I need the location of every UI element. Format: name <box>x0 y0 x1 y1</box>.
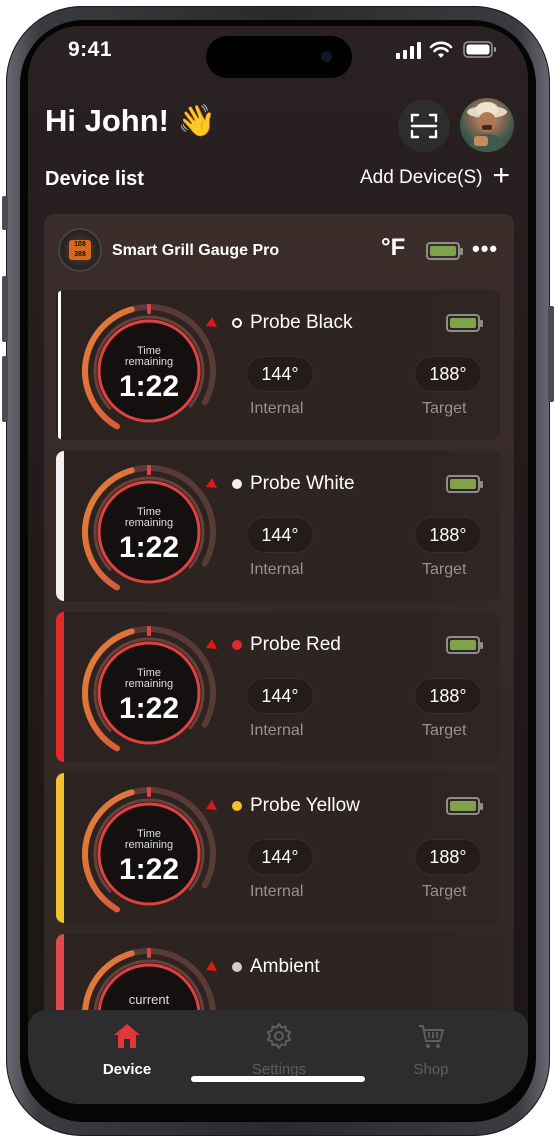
target-temp-pill[interactable]: 188° <box>414 517 482 553</box>
probe-card[interactable]: Time remaining 1:22 Probe Red 144° 188° Intern… <box>56 612 500 762</box>
target-temp-pill[interactable]: 188° <box>414 356 482 392</box>
device-card: 108 388 Smart Grill Gauge Pro °F ••• Tim… <box>44 214 514 1104</box>
scan-frame-icon <box>410 113 438 139</box>
plus-icon: + <box>492 159 510 192</box>
internal-temp-pill: 144° <box>246 839 314 875</box>
tab-device[interactable]: Device <box>72 1022 182 1078</box>
probe-color-dot <box>232 962 242 972</box>
time-remaining-value: 1:22 <box>118 692 180 725</box>
target-label: Target <box>422 883 467 900</box>
status-time: 9:41 <box>68 38 113 61</box>
time-remaining-value: 1:22 <box>118 531 180 564</box>
target-label: Target <box>422 722 467 739</box>
gauge-caption: current <box>128 992 170 1007</box>
home-indicator <box>191 1076 365 1082</box>
probe-name-label: Probe Red <box>250 634 341 655</box>
device-header[interactable]: 108 388 Smart Grill Gauge Pro °F ••• <box>44 214 514 284</box>
probe-name: Probe White <box>232 473 355 495</box>
probe-battery-icon <box>446 797 483 815</box>
dynamic-island <box>206 36 352 78</box>
probe-color-dot <box>232 318 242 328</box>
tab-device-label: Device <box>102 1061 152 1078</box>
tab-settings[interactable]: Settings <box>224 1022 334 1078</box>
add-device-button[interactable]: Add Device(S) + <box>359 159 510 192</box>
device-list-title: Device list <box>45 168 144 190</box>
probe-name: Probe Black <box>232 312 352 334</box>
home-icon <box>114 1024 140 1048</box>
status-battery-icon <box>463 41 496 58</box>
target-label: Target <box>422 400 467 417</box>
probe-name-label: Probe Yellow <box>250 795 360 816</box>
probe-color-bar <box>56 773 64 923</box>
internal-temp-pill: 144° <box>246 678 314 714</box>
target-temp-pill[interactable]: 188° <box>414 839 482 875</box>
gear-icon <box>267 1023 291 1049</box>
device-name: Smart Grill Gauge Pro <box>112 242 280 259</box>
probe-color-bar <box>56 612 64 762</box>
internal-label: Internal <box>250 722 304 739</box>
wifi-icon <box>429 41 453 58</box>
user-avatar[interactable] <box>460 98 514 152</box>
tab-shop[interactable]: Shop <box>376 1022 486 1078</box>
probe-color-dot <box>232 801 242 811</box>
power-button <box>548 306 554 402</box>
camera-icon <box>321 51 332 62</box>
probe-card[interactable]: Time remaining 1:22 Probe Black 144° 188° Inte… <box>56 290 500 440</box>
probe-gauge: Time remaining 1:22 <box>74 618 224 762</box>
probe-color-bar <box>56 451 64 601</box>
more-dots-icon[interactable]: ••• <box>472 236 498 262</box>
status-bar: 9:41 <box>28 26 528 78</box>
tab-shop-label: Shop <box>413 1061 449 1078</box>
scan-button[interactable] <box>398 100 450 152</box>
probe-name-label: Ambient <box>250 956 320 977</box>
gauge-caption-2: remaining <box>124 356 174 368</box>
cellular-signal-icon <box>396 42 421 59</box>
probe-name-label: Probe White <box>250 473 355 494</box>
target-label: Target <box>422 561 467 578</box>
probe-card[interactable]: Time remaining 1:22 Probe Yellow 144° 188° Int… <box>56 773 500 923</box>
gauge-caption-2: remaining <box>124 678 174 690</box>
greeting-title: Hi John! 👋 <box>45 103 217 138</box>
probe-name-label: Probe Black <box>250 312 353 333</box>
probe-gauge: Time remaining 1:22 <box>74 457 224 601</box>
device-thumbnail-screen: 108 388 <box>69 240 91 260</box>
probe-name: Ambient <box>232 956 320 978</box>
probe-color-dot <box>232 640 242 650</box>
gauge-caption-2: remaining <box>124 517 174 529</box>
volume-up-button <box>2 276 8 342</box>
cart-icon <box>419 1025 444 1048</box>
internal-temp-pill: 144° <box>246 356 314 392</box>
internal-label: Internal <box>250 883 304 900</box>
time-remaining-value: 1:22 <box>118 370 180 403</box>
temperature-unit[interactable]: °F <box>381 234 405 262</box>
probe-gauge: Time remaining 1:22 <box>74 779 224 923</box>
probe-gauge: Time remaining 1:22 <box>74 296 224 440</box>
internal-temp-pill: 144° <box>246 517 314 553</box>
probe-battery-icon <box>446 475 483 493</box>
probe-card[interactable]: Time remaining 1:22 Probe White 144° 188° Inte… <box>56 451 500 601</box>
internal-label: Internal <box>250 561 304 578</box>
gauge-caption-2: remaining <box>124 839 174 851</box>
probe-name: Probe Red <box>232 634 341 656</box>
volume-down-button <box>2 356 8 422</box>
time-remaining-value: 1:22 <box>118 853 180 886</box>
probe-color-bar <box>58 290 61 440</box>
internal-label: Internal <box>250 400 304 417</box>
avatar-photo <box>466 102 508 152</box>
probe-battery-icon <box>446 314 483 332</box>
probe-name: Probe Yellow <box>232 795 360 817</box>
tab-bar: Device Settings Shop <box>28 1010 528 1104</box>
device-thumbnail: 108 388 <box>58 228 102 272</box>
target-temp-pill[interactable]: 188° <box>414 678 482 714</box>
probe-color-dot <box>232 479 242 489</box>
device-battery-icon <box>426 242 463 260</box>
add-device-label: Add Device(S) <box>359 166 483 188</box>
probe-battery-icon <box>446 636 483 654</box>
action-button <box>2 196 8 230</box>
app-screen: 9:41 Hi John! 👋 Device list Add Device(S… <box>28 26 528 1104</box>
